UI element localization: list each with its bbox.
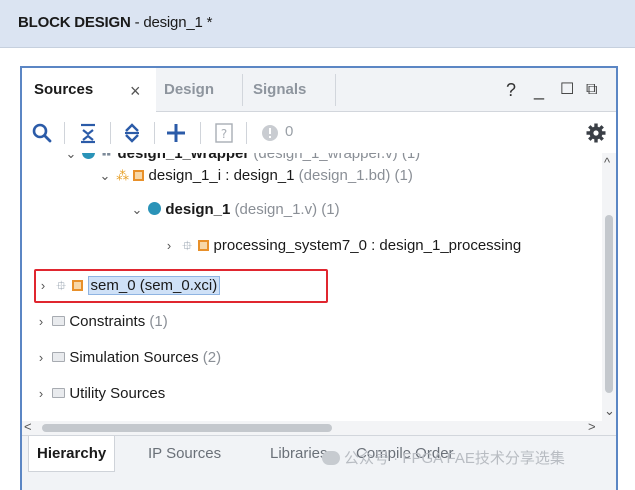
scroll-up-icon[interactable]: ^ — [604, 155, 610, 170]
chevron-right-icon[interactable]: › — [34, 381, 48, 407]
chevron-right-icon[interactable]: › — [34, 309, 48, 335]
vertical-scroll-thumb[interactable] — [605, 215, 613, 393]
title-bar: BLOCK DESIGN - design_1 * — [0, 0, 635, 48]
sources-panel: Sources × Design Signals ? _ ☐ ⧉ ? 0 ⌄ ▪… — [20, 66, 618, 490]
restore-icon[interactable]: ⧉ — [586, 68, 597, 112]
search-icon[interactable] — [30, 121, 54, 145]
collapse-all-icon[interactable] — [76, 121, 100, 145]
scroll-down-icon[interactable]: ⌄ — [604, 403, 615, 419]
tree-item-utility-sources[interactable]: › Utility Sources — [34, 381, 165, 407]
tree-item-processing-system[interactable]: › ⯐ processing_system7_0 : design_1_proc… — [162, 233, 521, 259]
add-icon[interactable] — [164, 121, 188, 145]
maximize-icon[interactable]: ☐ — [560, 68, 574, 112]
toolbar-divider — [110, 122, 111, 144]
toolbar-divider — [200, 122, 201, 144]
close-icon[interactable]: × — [130, 68, 141, 114]
source-file-icon — [133, 170, 145, 181]
toolbar-divider — [64, 122, 65, 144]
chevron-down-icon[interactable]: ⌄ — [64, 153, 78, 167]
tree-item-constraints[interactable]: › Constraints (1) — [34, 309, 168, 335]
tab-hierarchy[interactable]: Hierarchy — [28, 436, 116, 472]
tab-ip-sources[interactable]: IP Sources — [140, 436, 229, 472]
properties-icon[interactable]: ? — [212, 121, 236, 145]
tree-item-simulation-sources[interactable]: › Simulation Sources (2) — [34, 345, 221, 371]
chevron-down-icon[interactable]: ⌄ — [130, 197, 144, 223]
expand-all-icon[interactable] — [120, 121, 144, 145]
toolbar-divider — [246, 122, 247, 144]
chevron-right-icon[interactable]: › — [162, 233, 176, 259]
toolbar-divider — [154, 122, 155, 144]
horizontal-scrollbar[interactable]: < > — [22, 419, 616, 435]
horizontal-scroll-thumb[interactable] — [42, 424, 332, 432]
tree-item-design-1[interactable]: ⌄ design_1 (design_1.v) (1) — [130, 197, 340, 223]
panel-tab-bar: Sources × Design Signals ? _ ☐ ⧉ — [22, 68, 616, 114]
tree-item-design-1-i[interactable]: ⌄ ⁂ design_1_i : design_1 (design_1.bd) … — [98, 163, 413, 189]
svg-text:?: ? — [221, 127, 227, 141]
source-file-icon — [198, 240, 210, 251]
status-dot-icon — [262, 125, 278, 141]
chevron-right-icon[interactable]: › — [34, 345, 48, 371]
wechat-icon — [322, 451, 340, 465]
warning-count: 0 — [285, 123, 294, 140]
tab-divider — [335, 74, 336, 106]
module-icon — [82, 153, 96, 159]
chevron-down-icon[interactable]: ⌄ — [98, 163, 112, 189]
watermark: 公众号 · FPGA FAE技术分享选集 — [322, 447, 565, 468]
gear-icon[interactable] — [584, 121, 608, 145]
scroll-left-icon[interactable]: < — [24, 419, 32, 434]
tab-signals[interactable]: Signals — [243, 68, 335, 112]
block-design-icon: ⁂ — [116, 168, 130, 183]
help-icon[interactable]: ? — [506, 68, 516, 112]
minimize-icon[interactable]: _ — [534, 68, 544, 112]
module-icon — [148, 202, 162, 215]
vertical-scrollbar[interactable]: ^ ⌄ — [602, 153, 616, 421]
toolbar: ? 0 — [22, 113, 616, 153]
highlight-annotation — [34, 269, 328, 303]
tab-design[interactable]: Design — [156, 68, 242, 112]
folder-icon — [52, 388, 66, 398]
ip-core-icon: ⯐ — [182, 238, 193, 253]
folder-icon — [52, 316, 66, 326]
window-title: BLOCK DESIGN - design_1 * — [18, 14, 213, 31]
scroll-right-icon[interactable]: > — [588, 419, 596, 434]
folder-icon — [52, 352, 66, 362]
